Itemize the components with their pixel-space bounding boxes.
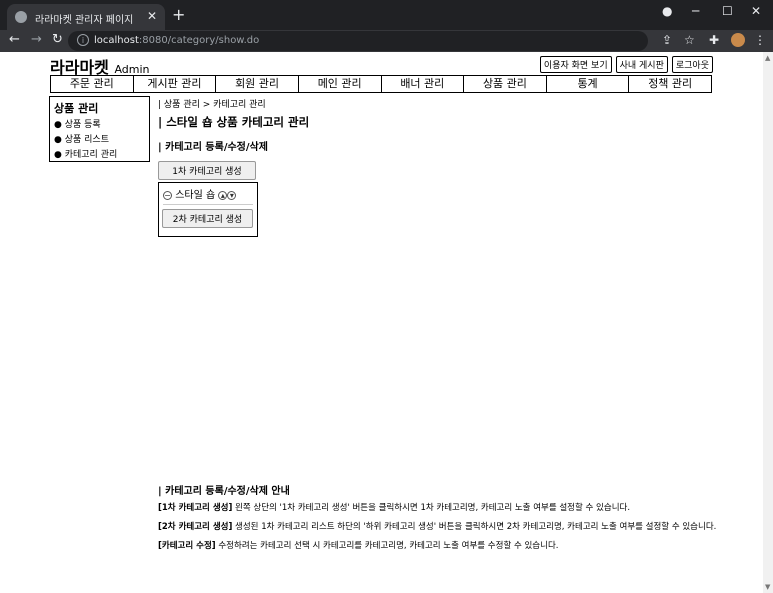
guide-item: [카테고리 수정] 수정하려는 카테고리 선택 시 카테고리를 카테고리명, 카… — [158, 538, 718, 554]
browser-tab-bar: 라라마켓 관리자 페이지 ✕ + ● ─ ☐ ✕ — [0, 0, 773, 30]
category-row: − 스타일 숍 ▴ ▾ — [163, 186, 237, 201]
nav-policy[interactable]: 정책 관리 — [629, 76, 711, 92]
guide-text: 왼쪽 상단의 '1차 카테고리 생성' 버튼을 클릭하시면 1차 카테고리명, … — [232, 503, 631, 513]
globe-icon — [15, 11, 27, 23]
side-menu: 상품 관리 ● 상품 등록 ● 상품 리스트 ● 카테고리 관리 — [49, 96, 150, 162]
minimize-icon[interactable]: ─ — [692, 4, 699, 18]
nav-banner[interactable]: 배너 관리 — [382, 76, 465, 92]
side-item-product-list[interactable]: ● 상품 리스트 — [54, 133, 145, 148]
side-item-label: 상품 리스트 — [64, 135, 109, 145]
content: | 상품 관리 > 카테고리 관리 | 스타일 숍 상품 카테고리 관리 | 카… — [158, 97, 718, 153]
tab-title: 라라마켓 관리자 페이지 — [35, 15, 134, 26]
profile-menu-icon[interactable]: ● — [662, 4, 672, 18]
guide-item: [2차 카테고리 생성] 생성된 1차 카테고리 리스트 하단의 '하위 카테고… — [158, 519, 718, 535]
internal-board-button[interactable]: 사내 게시판 — [615, 56, 668, 73]
extensions-icon[interactable]: ✚ — [709, 33, 719, 47]
move-down-icon[interactable]: ▾ — [227, 190, 237, 200]
guide-section: | 카테고리 등록/수정/삭제 안내 [1차 카테고리 생성] 왼쪽 상단의 '… — [158, 482, 718, 554]
side-item-category[interactable]: ● 카테고리 관리 — [54, 148, 145, 163]
maximize-icon[interactable]: ☐ — [722, 4, 733, 18]
view-user-site-button[interactable]: 이용자 화면 보기 — [539, 56, 612, 73]
nav-main[interactable]: 메인 관리 — [299, 76, 382, 92]
nav-member[interactable]: 회원 관리 — [216, 76, 299, 92]
window-close-icon[interactable]: ✕ — [751, 4, 761, 18]
logout-button[interactable]: 로그아웃 — [671, 56, 713, 73]
main-nav: 주문 관리 게시판 관리 회원 관리 메인 관리 배너 관리 상품 관리 통계 … — [50, 75, 712, 93]
move-up-icon[interactable]: ▴ — [218, 190, 228, 200]
back-icon[interactable]: ← — [9, 32, 20, 47]
category-name[interactable]: 스타일 숍 — [175, 190, 215, 201]
side-item-label: 카테고리 관리 — [64, 150, 118, 160]
share-icon[interactable]: ⇪ — [662, 33, 672, 47]
guide-text: 생성된 1차 카테고리 리스트 하단의 '하위 카테고리 생성' 버튼을 클릭하… — [232, 522, 717, 532]
guide-label: [카테고리 수정] — [158, 541, 216, 551]
nav-order[interactable]: 주문 관리 — [51, 76, 134, 92]
new-tab-icon[interactable]: + — [172, 5, 185, 24]
nav-product[interactable]: 상품 관리 — [464, 76, 547, 92]
site-info-icon[interactable]: i — [77, 34, 89, 46]
side-menu-title: 상품 관리 — [54, 102, 99, 115]
nav-board[interactable]: 게시판 관리 — [134, 76, 217, 92]
breadcrumb: | 상품 관리 > 카테고리 관리 — [158, 100, 266, 110]
section-title: | 카테고리 등록/수정/삭제 — [158, 142, 268, 153]
browser-tab[interactable]: 라라마켓 관리자 페이지 ✕ — [7, 4, 165, 30]
close-tab-icon[interactable]: ✕ — [147, 9, 157, 23]
nav-stats[interactable]: 통계 — [547, 76, 630, 92]
collapse-icon[interactable]: − — [163, 190, 172, 200]
guide-text: 수정하려는 카테고리 선택 시 카테고리를 카테고리명, 카테고리 노출 여부를… — [215, 541, 559, 551]
profile-avatar[interactable] — [731, 33, 745, 47]
scroll-up-icon[interactable]: ▲ — [765, 54, 770, 62]
page-title: | 스타일 숍 상품 카테고리 관리 — [158, 115, 310, 129]
browser-toolbar: ← → ↻ i localhost:8080/category/show.do … — [0, 30, 773, 52]
forward-icon[interactable]: → — [31, 32, 42, 47]
url-host: localhost — [94, 35, 139, 46]
guide-label: [1차 카테고리 생성] — [158, 503, 233, 513]
guide-item: [1차 카테고리 생성] 왼쪽 상단의 '1차 카테고리 생성' 버튼을 클릭하… — [158, 500, 718, 516]
create-first-category-button[interactable]: 1차 카테고리 생성 — [158, 161, 256, 180]
reload-icon[interactable]: ↻ — [52, 32, 63, 47]
bookmark-star-icon[interactable]: ☆ — [684, 33, 695, 47]
scrollbar[interactable]: ▲ ▼ — [763, 52, 773, 593]
divider — [163, 204, 253, 205]
url-path: :8080/category/show.do — [138, 35, 260, 46]
create-second-category-button[interactable]: 2차 카테고리 생성 — [162, 209, 253, 228]
side-item-label: 상품 등록 — [64, 120, 101, 130]
address-bar[interactable]: i localhost:8080/category/show.do — [68, 31, 648, 51]
side-item-product-register[interactable]: ● 상품 등록 — [54, 118, 145, 133]
page: 라라마켓 Admin 이용자 화면 보기 사내 게시판 로그아웃 주문 관리 게… — [0, 52, 763, 593]
scroll-down-icon[interactable]: ▼ — [765, 583, 770, 591]
guide-title: | 카테고리 등록/수정/삭제 안내 — [158, 486, 290, 497]
browser-menu-icon[interactable]: ⋮ — [754, 33, 766, 47]
address-text: localhost:8080/category/show.do — [94, 35, 259, 46]
guide-label: [2차 카테고리 생성] — [158, 522, 233, 532]
header-buttons: 이용자 화면 보기 사내 게시판 로그아웃 — [539, 56, 713, 73]
